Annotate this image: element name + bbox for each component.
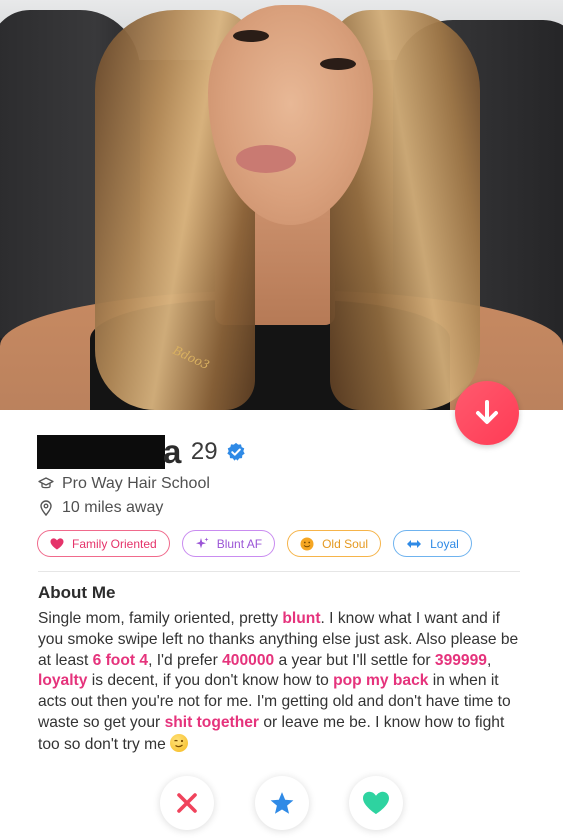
bio-highlight: pop my back (333, 672, 429, 690)
bio-highlight: blunt (282, 610, 321, 627)
bio-highlight: 6 foot 4 (92, 651, 149, 669)
profile-name-row: a 29 (37, 432, 246, 472)
school-name: Pro Way Hair School (62, 475, 210, 492)
bio-segment: Single mom, family oriented, pretty (38, 610, 283, 627)
name-redaction (37, 435, 165, 469)
tag-label: Family Oriented (72, 536, 157, 551)
arrows-icon (406, 539, 422, 549)
passion-tags: Family Oriented Blunt AF Old Soul Loyal (37, 530, 472, 557)
profile-age: 29 (190, 438, 218, 465)
collapse-profile-button[interactable] (455, 381, 519, 445)
tag-old-soul: Old Soul (287, 530, 382, 557)
x-icon (177, 793, 197, 813)
tag-label: Old Soul (322, 536, 369, 551)
profile-name-suffix: a (163, 433, 181, 470)
heart-icon (50, 537, 64, 550)
tag-loyal: Loyal (393, 530, 472, 557)
bio-highlight: shit together (164, 713, 259, 731)
like-button[interactable] (349, 776, 403, 830)
lips (236, 145, 296, 173)
graduation-cap-icon (38, 476, 54, 492)
profile-photo[interactable]: Bdoo3 (0, 0, 563, 410)
eye-left (233, 30, 269, 42)
tag-label: Loyal (430, 536, 459, 551)
nope-button[interactable] (160, 776, 214, 830)
bio-highlight: 399999 (434, 651, 487, 669)
bio-segment: is decent, if you don't know how to (87, 672, 334, 690)
distance-text: 10 miles away (62, 499, 164, 516)
section-divider (38, 571, 520, 572)
bio-segment: a year but I'll settle for (274, 651, 435, 669)
tag-blunt-af: Blunt AF (181, 530, 276, 557)
action-bar (0, 766, 563, 839)
star-icon (270, 791, 294, 814)
verified-badge-icon (226, 442, 245, 461)
sparkle-icon (195, 537, 209, 551)
tag-family-oriented: Family Oriented (37, 530, 170, 557)
heart-icon (363, 791, 389, 814)
about-me-heading: About Me (38, 583, 116, 602)
bio-segment: , (486, 651, 492, 669)
super-like-button[interactable] (255, 776, 309, 830)
smiley-icon (300, 537, 314, 551)
tag-label: Blunt AF (216, 536, 263, 551)
school-line: Pro Way Hair School (38, 475, 210, 493)
bio-segment: , I'd prefer (148, 651, 223, 669)
eye-right (320, 58, 356, 70)
bio-highlight: 400000 (222, 651, 275, 669)
arrow-down-icon (476, 400, 498, 424)
winking-face-icon (169, 733, 188, 752)
location-pin-icon (38, 500, 54, 516)
bio-highlight: loyalty (38, 672, 88, 690)
about-me-bio: Single mom, family oriented, pretty blun… (38, 609, 520, 756)
distance-line: 10 miles away (38, 499, 163, 517)
